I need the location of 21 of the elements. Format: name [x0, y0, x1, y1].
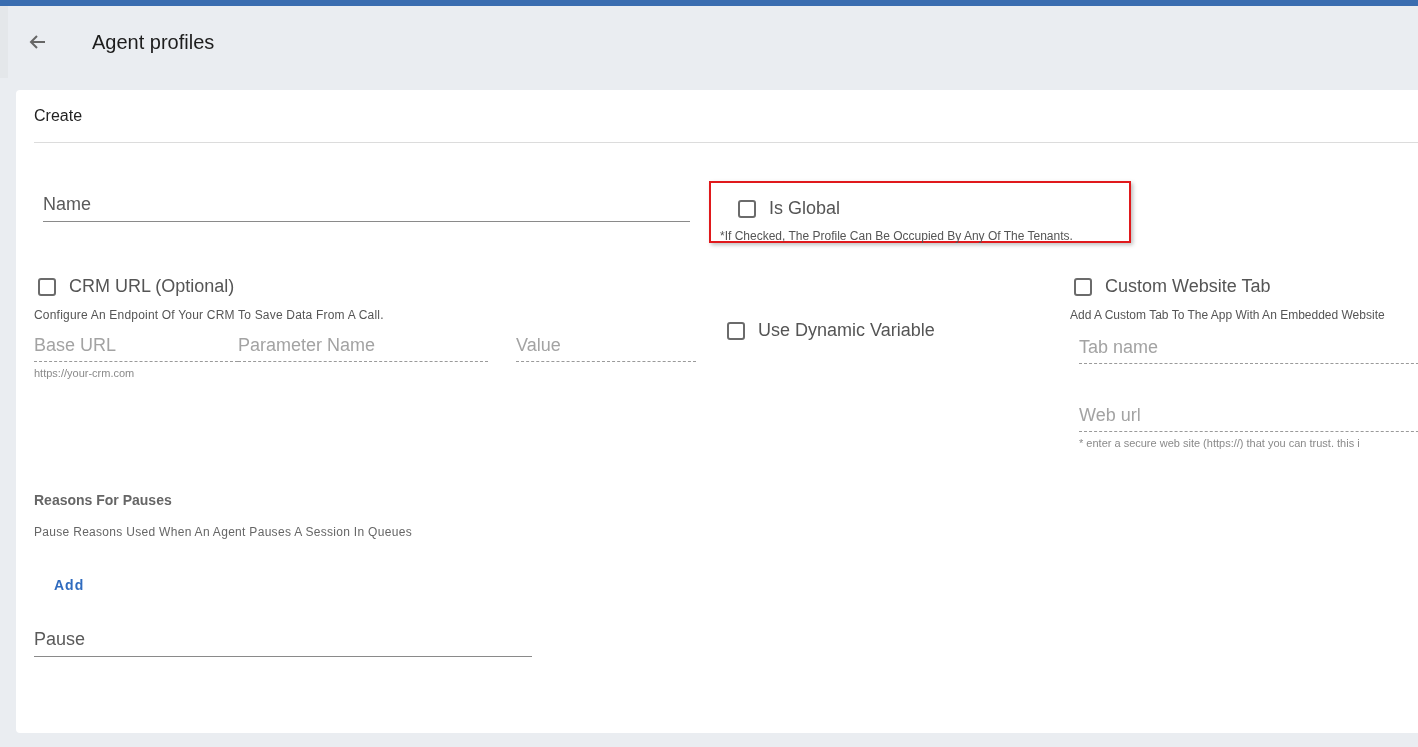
- field-hint: https://your-crm.com: [34, 366, 136, 381]
- back-arrow-icon[interactable]: [28, 34, 46, 50]
- section-description: Pause Reasons Used When An Agent Pauses A Session In Queues: [34, 523, 413, 541]
- name-field[interactable]: Name: [43, 191, 690, 222]
- section-title: Reasons For Pauses: [34, 490, 173, 510]
- checkbox[interactable]: [1074, 277, 1092, 296]
- add-button[interactable]: Add: [42, 566, 97, 604]
- checkbox-label: Custom Website Tab: [1105, 275, 1271, 298]
- checkbox-hint: *If Checked, The Profile Can Be Occupied By Any Of The Tenants.: [720, 228, 1074, 245]
- text-field[interactable]: Pause: [34, 625, 532, 657]
- crm-description: Configure An Endpoint Of Your CRM To Save Data From A Call.: [34, 307, 385, 324]
- field-hint: * enter a secure web site (https://) that you can trust. this i: [1079, 436, 1361, 451]
- checkbox[interactable]: [738, 199, 756, 218]
- custom-tab-description: Add A Custom Tab To The App With An Embedded Website: [1070, 307, 1386, 324]
- page-title: Agent profiles: [92, 30, 215, 55]
- checkbox-label: Is Global: [769, 197, 841, 220]
- checkbox-label: Use Dynamic Variable: [758, 319, 935, 342]
- checkbox[interactable]: [727, 321, 745, 340]
- checkbox-label: CRM URL (Optional): [69, 275, 235, 298]
- card-title: Create: [34, 106, 83, 126]
- checkbox[interactable]: [38, 277, 56, 296]
